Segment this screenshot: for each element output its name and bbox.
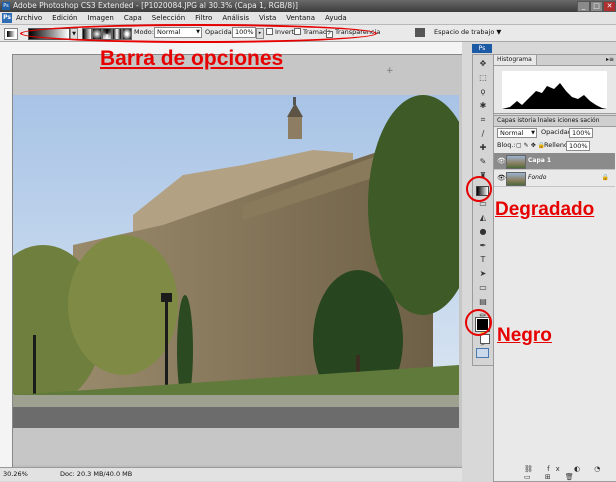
castle-wall-photo — [13, 95, 459, 428]
eye-icon[interactable]: 👁 — [497, 173, 506, 183]
menu-vista[interactable]: Vista — [259, 12, 276, 24]
magic-wand-tool-icon[interactable]: ✱ — [477, 101, 489, 111]
path-selection-tool-icon[interactable]: ➤ — [477, 269, 489, 279]
blend-mode-value: Normal — [500, 129, 524, 137]
layers-tab-row: Capas istoria lnales iciones sación — [494, 116, 616, 127]
options-bar-annotation: Barra de opciones — [100, 47, 284, 70]
chevron-down-icon: ▼ — [531, 130, 535, 136]
vertical-ruler[interactable] — [0, 54, 13, 467]
slice-tool-icon[interactable]: ∕ — [477, 129, 489, 139]
lock-icons[interactable]: ▢✎✥🔒 — [516, 142, 547, 149]
gradient-tool-icon — [7, 31, 15, 37]
black-color-highlight — [465, 309, 492, 336]
photoshop-logo-icon: Ps — [2, 2, 10, 10]
histogram-tab[interactable]: Histograma — [494, 55, 537, 65]
histogram-tab-row: Histograma ▸≡ — [494, 55, 616, 66]
quick-mask-icon[interactable] — [476, 348, 489, 358]
menu-archivo[interactable]: Archivo — [16, 12, 42, 24]
brush-tool-icon[interactable]: ✎ — [477, 157, 489, 167]
layer-row-capa-1[interactable]: 👁 Capa 1 — [494, 153, 615, 170]
fill-input[interactable]: 100% — [566, 141, 590, 151]
lasso-tool-icon[interactable]: ϙ — [477, 87, 489, 97]
menu-edicion[interactable]: Edición — [52, 12, 77, 24]
layer-name[interactable]: Fondo — [528, 170, 546, 186]
menu-analisis[interactable]: Análisis — [222, 12, 249, 24]
doc-size: Doc: 20.3 MB/40.0 MB — [60, 470, 133, 478]
menu-ventana[interactable]: Ventana — [286, 12, 315, 24]
close-button[interactable]: ✕ — [603, 1, 616, 12]
lock-icon: 🔒 — [601, 174, 609, 181]
healing-brush-tool-icon[interactable]: ✚ — [477, 143, 489, 153]
ps-menu-icon[interactable]: Ps — [2, 13, 12, 23]
blend-mode-select[interactable]: Normal ▼ — [497, 128, 537, 138]
fill-value: 100% — [569, 142, 588, 150]
blur-tool-icon[interactable]: ◭ — [477, 213, 489, 223]
pen-tool-icon[interactable]: ✒ — [477, 241, 489, 251]
minimize-button[interactable]: _ — [577, 1, 590, 12]
histogram-panel: Histograma ▸≡ — [493, 54, 616, 114]
layer-opacity-input[interactable]: 100% — [569, 128, 593, 138]
marquee-tool-icon[interactable]: ⬚ — [477, 73, 489, 83]
toolbox-ps-header-icon: Ps — [472, 44, 492, 53]
layers-tabs[interactable]: Capas istoria lnales iciones sación — [494, 117, 600, 124]
black-annotation: Negro — [497, 325, 552, 346]
type-tool-icon[interactable]: T — [477, 255, 489, 265]
menu-filtro[interactable]: Filtro — [195, 12, 212, 24]
layer-row-fondo[interactable]: 👁 Fondo 🔒 — [494, 170, 615, 187]
dodge-tool-icon[interactable]: ● — [477, 227, 489, 237]
menu-ayuda[interactable]: Ayuda — [325, 12, 347, 24]
zoom-level[interactable]: 30.26% — [3, 468, 28, 480]
layer-thumbnail — [506, 155, 526, 169]
gradient-tool-highlight — [466, 176, 492, 202]
layer-opacity-value: 100% — [572, 129, 591, 137]
menu-seleccion[interactable]: Selección — [152, 12, 185, 24]
crosshair-cursor-icon: + — [386, 66, 394, 76]
document-photo[interactable] — [13, 95, 459, 428]
move-tool-icon[interactable]: ✥ — [477, 59, 489, 69]
notes-tool-icon[interactable]: ▤ — [477, 297, 489, 307]
eye-icon[interactable]: 👁 — [497, 156, 506, 166]
workspace-icon — [415, 28, 425, 37]
layer-name[interactable]: Capa 1 — [528, 153, 551, 169]
panel-menu-icon[interactable]: ▸≡ — [606, 55, 614, 65]
histogram-graph — [502, 71, 607, 109]
layer-thumbnail — [506, 172, 526, 186]
workspace-menu[interactable]: Espacio de trabajo ▼ — [434, 28, 501, 37]
layers-panel: Capas istoria lnales iciones sación Norm… — [493, 115, 616, 482]
status-bar: 30.26% Doc: 20.3 MB/40.0 MB — [0, 467, 462, 481]
title-bar: Ps Adobe Photoshop CS3 Extended - [P1020… — [0, 0, 616, 12]
menu-imagen[interactable]: Imagen — [88, 12, 114, 24]
gradient-annotation: Degradado — [495, 199, 595, 220]
maximize-button[interactable]: □ — [590, 1, 603, 12]
workspace-label: Espacio de trabajo — [434, 28, 495, 36]
layers-footer-icons[interactable]: ⛓ fx ◐ ◔ ▭ ⊞ 🗑 — [524, 465, 616, 481]
lock-label: Bloq.: — [497, 141, 516, 149]
shape-tool-icon[interactable]: ▭ — [477, 283, 489, 293]
tool-preset-picker[interactable] — [4, 28, 18, 40]
menu-capa[interactable]: Capa — [124, 12, 142, 24]
menu-bar: Ps Archivo Edición Imagen Capa Selección… — [0, 12, 616, 25]
options-bar-highlight — [20, 24, 377, 43]
window-title: Adobe Photoshop CS3 Extended - [P1020084… — [13, 1, 298, 10]
crop-tool-icon[interactable]: ⌗ — [477, 115, 489, 125]
